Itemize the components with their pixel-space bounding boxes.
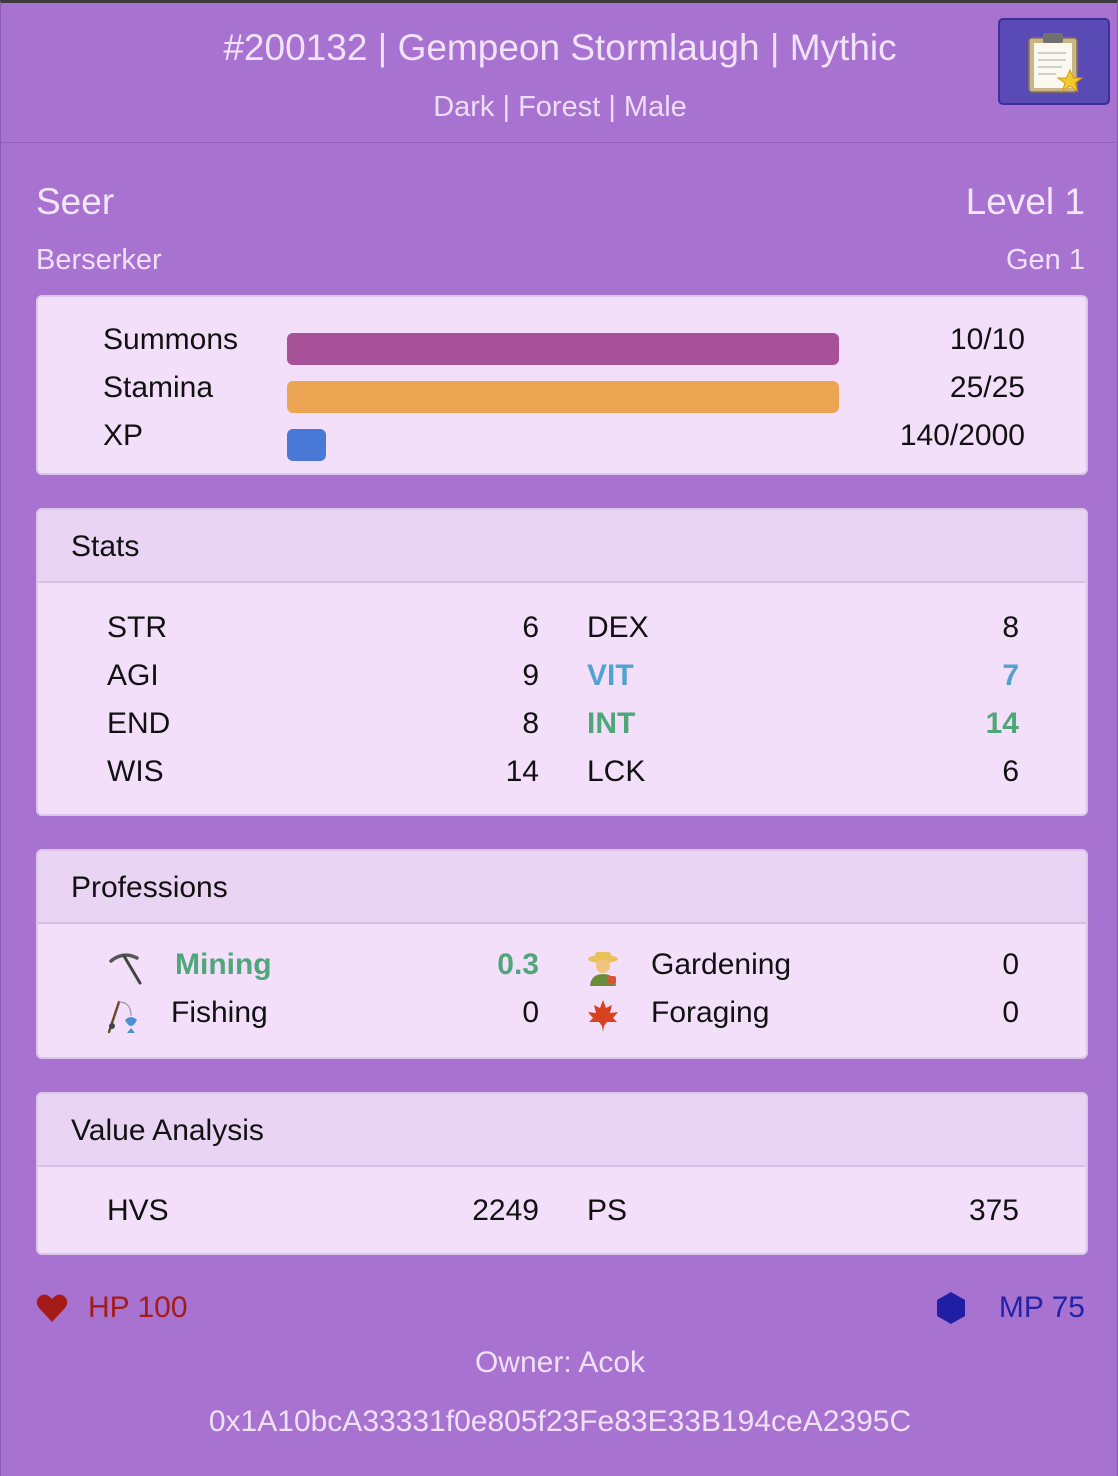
mp-indicator: MP 75 (935, 1291, 1085, 1327)
bar-label: XP (103, 419, 144, 452)
stat-label: WIS (107, 755, 164, 788)
hero-card: #200132 | Gempeon Stormlaugh | Mythic Da… (0, 0, 1118, 1476)
stat-label: STR (107, 611, 167, 644)
profession-label: Gardening (651, 948, 792, 981)
bar-row-xp: XP 140/2000 (38, 419, 1086, 461)
stats-row: AGI 9 VIT 7 (38, 659, 1086, 699)
stat-value: 14 (505, 755, 539, 788)
ps-value: 375 (968, 1194, 1019, 1227)
bar-row-summons: Summons 10/10 (38, 323, 1086, 365)
class-row: Seer Level 1 (36, 181, 1085, 223)
bar-value: 10/10 (949, 323, 1025, 356)
professions-heading: Professions (38, 851, 1086, 924)
stats-heading: Stats (38, 510, 1086, 583)
stats-card: Stats STR 6 DEX 8 AGI 9 VIT 7 END 8 INT … (36, 508, 1088, 816)
stat-value: 6 (1002, 755, 1019, 788)
ps-label: PS (587, 1194, 628, 1227)
xp-bar (287, 429, 326, 461)
stat-label: END (107, 707, 171, 740)
owner-address[interactable]: 0x1A10bcA33331f0e805f23Fe83E33B194ceA239… (1, 1405, 1118, 1439)
profession-row: Fishing 0 Foraging 0 (38, 996, 1086, 1036)
bar-value: 140/2000 (899, 419, 1025, 452)
hexagon-icon (937, 1292, 965, 1324)
sub-class: Berserker (36, 244, 162, 276)
card-header: #200132 | Gempeon Stormlaugh | Mythic Da… (1, 3, 1118, 143)
bar-value: 25/25 (949, 371, 1025, 404)
subclass-row: Berserker Gen 1 (36, 244, 1085, 277)
mp-value: MP 75 (998, 1291, 1085, 1324)
stamina-bar (287, 381, 839, 413)
stat-value-highlighted: 7 (1002, 659, 1019, 692)
profession-label: Foraging (651, 996, 770, 1029)
hvs-label: HVS (107, 1194, 169, 1227)
bar-label: Summons (103, 323, 239, 356)
profession-value: 0 (1002, 996, 1019, 1029)
copy-button[interactable] (998, 18, 1110, 105)
hero-subtitle: Dark | Forest | Male (433, 91, 687, 123)
progress-card: Summons 10/10 Stamina 25/25 XP 140/2000 (36, 295, 1088, 475)
stat-label: DEX (587, 611, 649, 644)
stat-value: 8 (522, 707, 539, 740)
fishing-pole-icon (107, 1000, 137, 1034)
progress-track (287, 333, 839, 365)
stat-label: AGI (107, 659, 159, 692)
profession-value: 0 (522, 996, 539, 1029)
profession-label-highlighted: Mining (175, 948, 272, 981)
stat-label-highlighted: INT (587, 707, 636, 740)
generation: Gen 1 (1006, 244, 1085, 276)
stat-value-highlighted: 14 (985, 707, 1019, 740)
hvs-value: 2249 (472, 1194, 539, 1227)
stat-value: 6 (522, 611, 539, 644)
hero-title: #200132 | Gempeon Stormlaugh | Mythic (223, 27, 897, 68)
heart-icon (36, 1294, 68, 1322)
progress-track (287, 381, 839, 413)
stat-value: 8 (1002, 611, 1019, 644)
value-row: HVS 2249 PS 375 (38, 1194, 1086, 1234)
maple-leaf-icon (588, 1000, 618, 1032)
owner-label: Owner: Acok (474, 1346, 646, 1379)
bar-label: Stamina (103, 371, 214, 404)
stats-row: STR 6 DEX 8 (38, 611, 1086, 651)
bar-row-stamina: Stamina 25/25 (38, 371, 1086, 413)
profession-value: 0 (1002, 948, 1019, 981)
profession-row: Mining 0.3 Gardening 0 (38, 948, 1086, 988)
progress-track (287, 429, 839, 461)
main-class: Seer (36, 181, 115, 222)
value-analysis-card: Value Analysis HVS 2249 PS 375 (36, 1092, 1088, 1255)
profession-label: Fishing (171, 996, 268, 1029)
hp-value: HP 100 (88, 1291, 188, 1324)
value-analysis-heading: Value Analysis (38, 1094, 1086, 1167)
farmer-icon (588, 952, 618, 986)
profession-value-highlighted: 0.3 (497, 948, 539, 981)
summons-bar (287, 333, 839, 365)
stat-value: 9 (522, 659, 539, 692)
professions-card: Professions Mining 0.3 Gardening 0 Fishi… (36, 849, 1088, 1059)
stats-row: END 8 INT 14 (38, 707, 1086, 747)
level: Level 1 (965, 181, 1085, 222)
stat-label-highlighted: VIT (587, 659, 634, 692)
pickaxe-icon (109, 953, 142, 985)
stats-row: WIS 14 LCK 6 (38, 755, 1086, 795)
clipboard-star-icon (1028, 33, 1084, 93)
stat-label: LCK (587, 755, 646, 788)
